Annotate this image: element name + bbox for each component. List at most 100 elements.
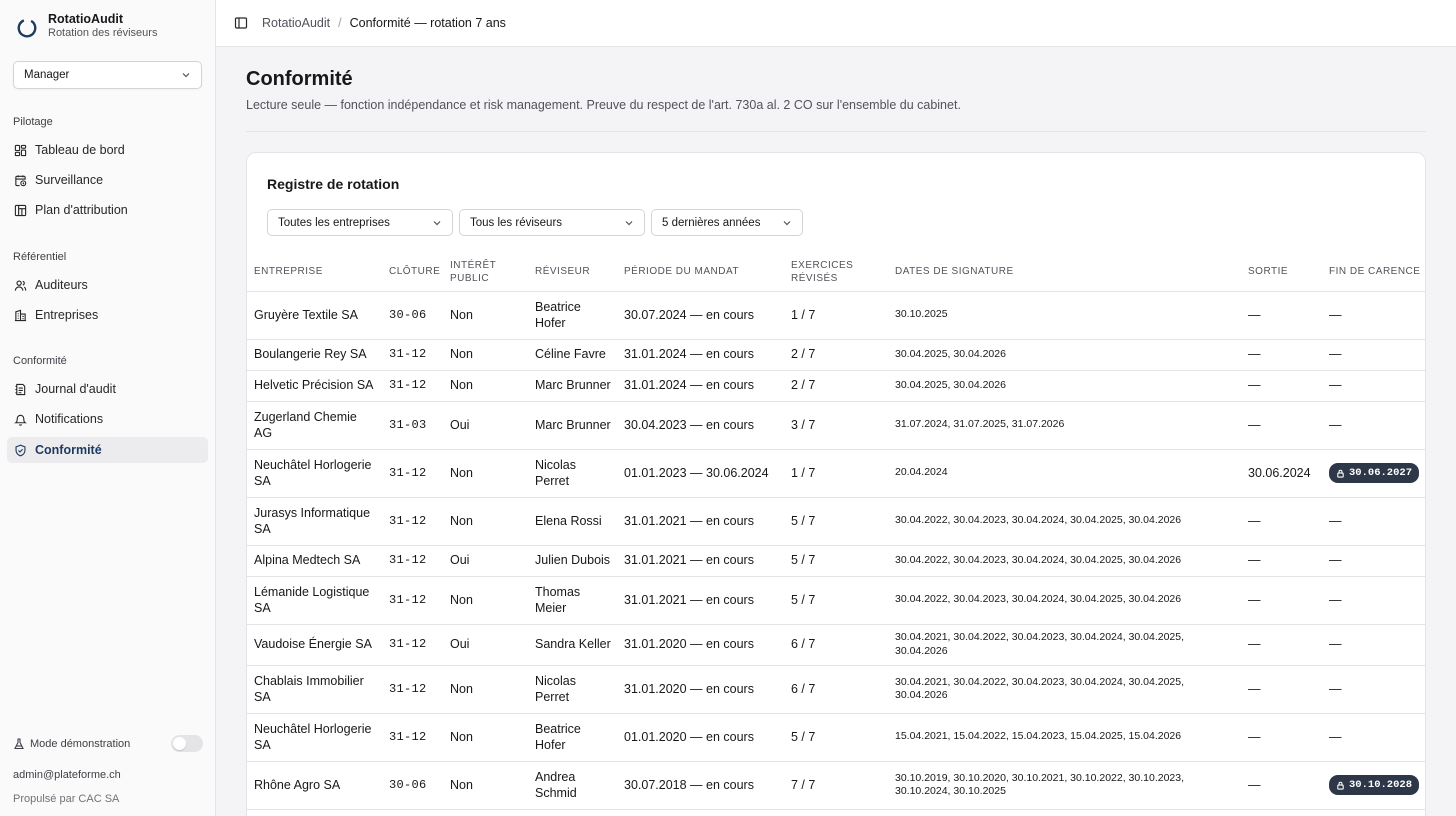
cell-auditor[interactable]: Nicolas Perret: [529, 665, 618, 714]
demo-mode-toggle[interactable]: [171, 735, 203, 752]
cell-period: 31.01.2021 — en cours: [618, 576, 785, 625]
calendar-clock-icon: [15, 174, 27, 186]
table-row[interactable]: Lémanide Logistique SA 31-12 Non Thomas Mei…: [247, 576, 1425, 625]
column-header[interactable]: Fin de carence: [1323, 253, 1425, 292]
cell-auditor[interactable]: Marc Brunner: [529, 370, 618, 402]
cell-auditor[interactable]: Marc Brunner: [529, 401, 618, 450]
sidebar-item-plan[interactable]: Plan d'attribution: [7, 197, 208, 223]
filter-value: Toutes les entreprises: [278, 216, 390, 229]
column-header[interactable]: Exercices révisés: [785, 253, 889, 292]
column-header[interactable]: Sortie: [1242, 253, 1323, 292]
cell-auditor[interactable]: Beatrice Hofer: [529, 291, 618, 340]
cell-cooldown-end: —: [1323, 497, 1425, 546]
sidebar-item-label: Tableau de bord: [35, 143, 125, 157]
cell-exit: —: [1242, 576, 1323, 625]
table-row[interactable]: Jurasys Informatique SA 31-12 Non Elena Ros…: [247, 497, 1425, 546]
column-header[interactable]: Réviseur: [529, 253, 618, 292]
column-header[interactable]: Dates de signature: [889, 253, 1242, 292]
table-row[interactable]: Helvetic Précision SA 31-12 Non Marc Brunne…: [247, 370, 1425, 402]
log-icon: [15, 383, 26, 395]
cell-public-interest: Non: [444, 339, 529, 371]
cell-company[interactable]: Alpina Medtech SA: [247, 545, 383, 577]
table-row[interactable]: Neuchâtel Horlogerie SA 31-12 Non Beatrice …: [247, 713, 1425, 762]
table-row[interactable]: Zugerland Chemie AG 31-03 Oui Marc Brunner 3…: [247, 401, 1425, 450]
demo-mode-row: Mode démonstration: [13, 735, 203, 752]
cell-auditor[interactable]: Julien Dubois: [529, 545, 618, 577]
column-header[interactable]: Intérêt public: [444, 253, 529, 292]
sidebar-item-conformite[interactable]: Conformité: [7, 437, 208, 463]
cell-cooldown-end: —: [1323, 624, 1425, 666]
brand[interactable]: RotatioAudit Rotation des réviseurs: [16, 12, 157, 40]
cell-company[interactable]: Rhône Agro SA: [247, 761, 383, 810]
cell-company[interactable]: Zugerland Chemie AG: [247, 401, 383, 450]
column-header[interactable]: Clôture: [383, 253, 444, 292]
card-title: Registre de rotation: [267, 176, 400, 192]
table-row[interactable]: Gruyère Textile SA 30-06 Non Beatrice Hofer…: [247, 291, 1425, 340]
sidebar-toggle-icon[interactable]: [234, 16, 248, 30]
cell-closing: 31-12: [383, 665, 444, 714]
flask-icon: [14, 737, 24, 749]
cell-closing: 31-12: [383, 497, 444, 546]
sidebar-item-journal[interactable]: Journal d'audit: [7, 376, 208, 402]
table-row[interactable]: Vaudoise Énergie SA 31-12 Oui Sandra Keller…: [247, 624, 1425, 666]
table-row[interactable]: Boulangerie Rey SA 31-12 Non Céline Favre 31…: [247, 339, 1425, 371]
nav-group-pilotage: Pilotage: [13, 116, 53, 128]
cell-exit: —: [1242, 370, 1323, 402]
sidebar-item-surveillance[interactable]: Surveillance: [7, 167, 208, 193]
cell-auditor[interactable]: Andrea Schmid: [529, 761, 618, 810]
sidebar-item-auditeurs[interactable]: Auditeurs: [7, 272, 208, 298]
breadcrumb-root[interactable]: RotatioAudit: [262, 16, 330, 30]
filter-companies[interactable]: Toutes les entreprises: [267, 209, 453, 236]
cell-auditor[interactable]: Elena Rossi: [529, 497, 618, 546]
cell-public-interest: Non: [444, 665, 529, 714]
cell-company[interactable]: Neuchâtel Horlogerie SA: [247, 449, 383, 498]
cell-signature-dates: 15.04.2021, 15.04.2022, 15.04.2023, 15.0…: [889, 713, 1242, 762]
cell-public-interest: Oui: [444, 545, 529, 577]
sidebar-item-label: Auditeurs: [35, 278, 88, 292]
cell-exit: —: [1242, 713, 1323, 762]
cell-company[interactable]: Lémanide Logistique SA: [247, 576, 383, 625]
cell-period: 31.01.2021 — en cours: [618, 545, 785, 577]
cell-exit: 30.06.2024: [1242, 449, 1323, 498]
column-header[interactable]: Période du mandat: [618, 253, 785, 292]
cell-period: 31.01.2020 — en cours: [618, 665, 785, 714]
role-select[interactable]: Manager: [13, 61, 202, 89]
column-header[interactable]: Entreprise: [247, 253, 383, 292]
cell-company[interactable]: Chablais Immobilier SA: [247, 665, 383, 714]
cell-exit: —: [1242, 291, 1323, 340]
users-icon: [14, 279, 27, 291]
cell-company[interactable]: Vaudoise Énergie SA: [247, 624, 383, 666]
cell-period: 31.01.2024 — en cours: [618, 370, 785, 402]
cell-company[interactable]: Gruyère Textile SA: [247, 291, 383, 340]
sidebar-item-entreprises[interactable]: Entreprises: [7, 302, 208, 328]
filter-auditors[interactable]: Tous les réviseurs: [459, 209, 645, 236]
cell-company[interactable]: Jurasys Informatique SA: [247, 497, 383, 546]
cell-auditor[interactable]: Céline Favre: [529, 339, 618, 371]
table-row[interactable]: Rhône Agro SA 30-06 Non Andrea Schmid 30.07.…: [247, 761, 1425, 810]
cell-auditor[interactable]: Thomas Meier: [529, 576, 618, 625]
lock-icon: [1337, 781, 1344, 790]
sidebar-item-label: Entreprises: [35, 308, 99, 322]
cell-company[interactable]: Neuchâtel Horlogerie SA: [247, 713, 383, 762]
sidebar-item-dashboard[interactable]: Tableau de bord: [7, 137, 208, 163]
table-row[interactable]: Neuchâtel Horlogerie SA 31-12 Non Nicolas P…: [247, 449, 1425, 498]
dashboard-icon: [14, 144, 27, 156]
cell-period: 30.07.2024 — en cours: [618, 291, 785, 340]
cell-company[interactable]: Helvetic Précision SA: [247, 370, 383, 402]
cell-closing: 30-06: [383, 761, 444, 810]
cooldown-date: 30.06.2027: [1349, 466, 1413, 479]
cell-auditor[interactable]: Nicolas Perret: [529, 449, 618, 498]
cell-period: 01.01.2020 — en cours: [618, 713, 785, 762]
bell-icon: [14, 414, 27, 426]
cell-auditor[interactable]: Sandra Keller: [529, 624, 618, 666]
cell-exit: —: [1242, 401, 1323, 450]
cell-company[interactable]: Boulangerie Rey SA: [247, 339, 383, 371]
cell-years: 1 / 7: [785, 291, 889, 340]
sidebar-item-notifications[interactable]: Notifications: [7, 406, 208, 432]
cell-auditor[interactable]: Beatrice Hofer: [529, 713, 618, 762]
cell-period: 31.01.2024 — en cours: [618, 339, 785, 371]
table-row[interactable]: Chablais Immobilier SA 31-12 Non Nicolas Pe…: [247, 665, 1425, 714]
filter-period[interactable]: 5 dernières années: [651, 209, 803, 236]
breadcrumb-current: Conformité — rotation 7 ans: [349, 16, 506, 30]
table-row[interactable]: Alpina Medtech SA 31-12 Oui Julien Dubois 31…: [247, 545, 1425, 577]
